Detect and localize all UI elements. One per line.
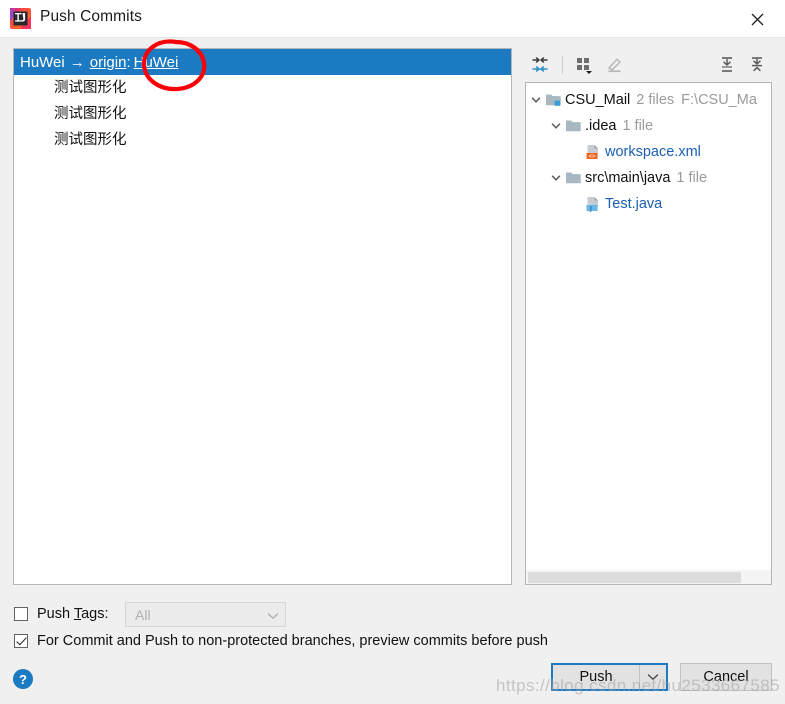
branch-remote-link[interactable]: origin	[90, 54, 127, 71]
expand-all-icon[interactable]	[712, 51, 742, 79]
push-tags-checkbox[interactable]	[14, 607, 28, 621]
tree-toolbar	[525, 48, 772, 81]
folder-icon	[564, 169, 582, 187]
toolbar-divider	[562, 55, 563, 74]
branch-selection-row[interactable]: HuWei → origin : HuWei	[14, 49, 511, 75]
commit-row[interactable]: 测试图形化	[54, 101, 127, 127]
branch-arrow-icon: →	[69, 53, 85, 71]
tree-node-folder-src[interactable]: src\main\java 1 file	[548, 165, 707, 190]
close-icon[interactable]	[729, 0, 785, 38]
cancel-button[interactable]: Cancel	[680, 663, 772, 691]
preview-commits-label: For Commit and Push to non-protected bra…	[37, 633, 548, 649]
tree-node-module[interactable]: CSU_Mail 2 files F:\CSU_Ma	[528, 87, 757, 112]
tree-node-filecount: 1 file	[622, 117, 654, 134]
tree-node-filecount: 2 files	[636, 91, 675, 108]
branch-source-label: HuWei	[20, 53, 65, 71]
commit-row[interactable]: 测试图形化	[54, 127, 127, 153]
tree-node-label: src\main\java	[585, 169, 671, 186]
tree-node-label: workspace.xml	[605, 143, 701, 160]
tree-node-file-test-java[interactable]: J Test.java	[584, 191, 662, 216]
xml-file-icon: <>	[584, 143, 602, 161]
svg-text:<>: <>	[588, 153, 596, 160]
intellij-idea-icon	[10, 8, 31, 29]
push-button[interactable]: Push	[553, 665, 639, 689]
changed-files-tree[interactable]: CSU_Mail 2 files F:\CSU_Ma .idea 1 file …	[525, 82, 772, 585]
push-button-group[interactable]: Push	[551, 663, 668, 691]
chevron-down-icon	[267, 607, 279, 623]
tree-horizontal-scrollbar-thumb[interactable]	[528, 572, 741, 583]
java-file-icon: J	[584, 195, 602, 213]
push-dropdown-chevron-down-icon[interactable]	[639, 665, 666, 689]
title-separator	[0, 37, 785, 38]
preview-commits-checkbox[interactable]	[14, 634, 28, 648]
svg-text:J: J	[589, 204, 592, 212]
title-bar: Push Commits	[0, 0, 785, 38]
commits-list-panel[interactable]: HuWei → origin : HuWei 测试图形化 测试图形化 测试图形化	[13, 48, 512, 585]
tree-node-folder-idea[interactable]: .idea 1 file	[548, 113, 653, 138]
tree-node-label: Test.java	[605, 195, 663, 212]
commit-row[interactable]: 测试图形化	[54, 75, 127, 101]
group-by-icon[interactable]	[570, 51, 600, 79]
module-folder-icon	[544, 91, 562, 109]
chevron-down-icon[interactable]	[528, 87, 544, 112]
collapse-all-icon[interactable]	[742, 51, 772, 79]
window-title: Push Commits	[40, 8, 142, 25]
folder-icon	[564, 117, 582, 135]
preview-commits-option[interactable]: For Commit and Push to non-protected bra…	[14, 633, 548, 649]
push-tags-select-value: All	[135, 606, 151, 623]
tree-node-file-workspace-xml[interactable]: <> workspace.xml	[584, 139, 701, 164]
push-tags-label: Push Tags:	[37, 606, 109, 622]
help-icon[interactable]: ?	[13, 669, 33, 689]
tree-node-path: F:\CSU_Ma	[681, 91, 757, 108]
chevron-down-icon[interactable]	[548, 113, 564, 138]
branch-target-link[interactable]: HuWei	[134, 54, 179, 71]
push-tags-select: All	[125, 602, 286, 627]
tree-node-label: .idea	[585, 117, 617, 134]
edit-pencil-icon	[600, 51, 630, 79]
chevron-down-icon[interactable]	[548, 165, 564, 190]
tree-node-filecount: 1 file	[676, 169, 708, 186]
push-tags-option[interactable]: Push Tags:	[14, 606, 109, 622]
tree-node-label: CSU_Mail	[565, 91, 631, 108]
branch-separator: :	[126, 53, 131, 71]
collapse-arrows-icon[interactable]	[525, 51, 555, 79]
